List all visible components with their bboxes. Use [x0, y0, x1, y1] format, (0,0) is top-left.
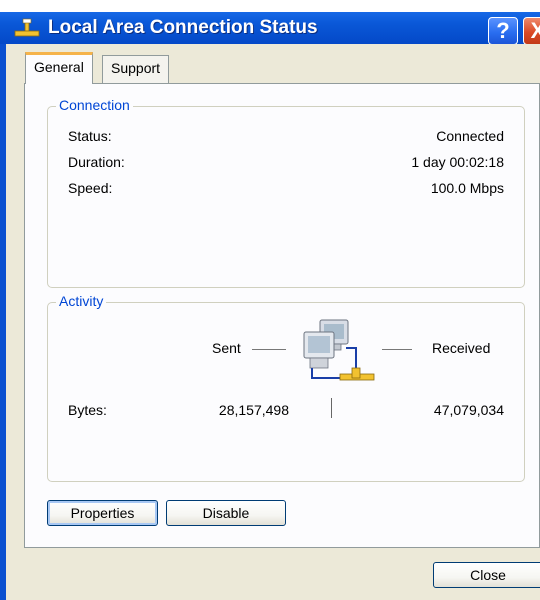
- properties-button[interactable]: Properties: [47, 500, 158, 526]
- window-title: Local Area Connection Status: [48, 17, 318, 38]
- title-close-button[interactable]: X: [523, 17, 540, 45]
- status-value: Connected: [436, 128, 504, 144]
- network-connection-icon: [14, 18, 40, 37]
- help-button[interactable]: ?: [488, 17, 518, 45]
- speed-label: Speed:: [68, 180, 113, 196]
- sent-connector-line: [252, 349, 286, 350]
- activity-group-title: Activity: [56, 293, 107, 309]
- bytes-received-value: 47,079,034: [433, 402, 504, 418]
- titlebar-top-strip: [0, 0, 540, 12]
- received-label: Received: [432, 340, 491, 356]
- activity-group: Activity: [47, 293, 525, 482]
- bytes-label: Bytes:: [68, 402, 107, 418]
- connection-group-title: Connection: [56, 97, 133, 113]
- disable-button[interactable]: Disable: [166, 500, 286, 526]
- duration-label: Duration:: [68, 154, 125, 170]
- bytes-sent-value: 28,157,498: [218, 402, 289, 418]
- tab-general[interactable]: General: [25, 52, 93, 84]
- tab-support[interactable]: Support: [102, 55, 170, 83]
- received-connector-line: [382, 349, 412, 350]
- status-label: Status:: [68, 128, 112, 144]
- bytes-separator: [331, 398, 332, 418]
- sent-label: Sent: [212, 340, 241, 356]
- duration-value: 1 day 00:02:18: [411, 154, 504, 170]
- close-button[interactable]: Close: [433, 562, 540, 588]
- connection-status-window: Local Area Connection Status ? X General…: [0, 0, 540, 600]
- speed-value: 100.0 Mbps: [430, 180, 504, 196]
- two-computers-network-icon: [303, 319, 375, 381]
